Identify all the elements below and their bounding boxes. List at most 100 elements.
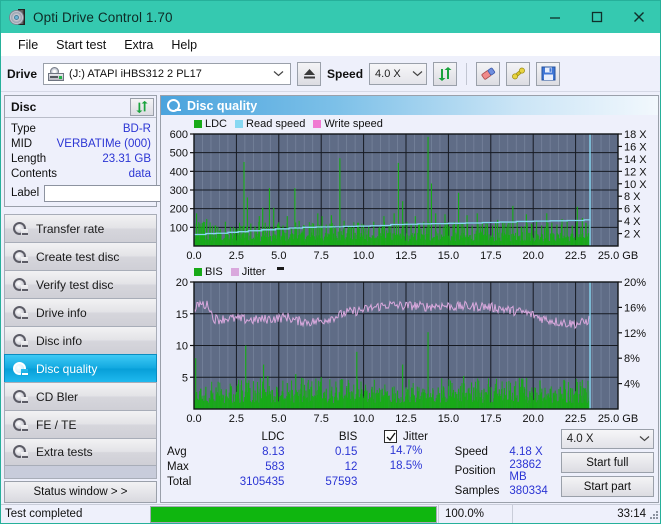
status-text: Test completed — [5, 508, 83, 520]
stats-panel: LDC BIS Avg 8.13 0.15 Max 583 12 Total 3… — [161, 426, 658, 502]
drive-select[interactable]: (J:) ATAPI iHBS312 2 PL17 — [43, 62, 292, 85]
stats-avg-ldc: 8.13 — [262, 445, 285, 458]
legend-swatch-read-speed — [235, 119, 244, 128]
svg-text:5.0: 5.0 — [271, 250, 286, 262]
nav-list: Transfer rate Create test disc Verify te… — [4, 214, 157, 466]
minimize-icon[interactable] — [534, 1, 576, 33]
svg-text:7.5: 7.5 — [314, 250, 329, 262]
title-bar: Opti Drive Control 1.70 — [1, 1, 660, 33]
stats-row-label: Total — [167, 475, 192, 488]
disc-row-key: Type — [11, 122, 36, 135]
svg-text:4 X: 4 X — [624, 216, 641, 228]
disc-info-header: Disc — [5, 96, 156, 118]
disc-test-icon — [12, 305, 28, 321]
menu-item-start-test[interactable]: Start test — [47, 36, 115, 54]
chart-legend-bottom: BIS Jitter — [161, 265, 658, 278]
sidebar-item-transfer-rate[interactable]: Transfer rate — [4, 214, 157, 242]
disc-test-icon — [12, 444, 28, 460]
svg-text:600: 600 — [170, 130, 188, 141]
drive-icon — [48, 66, 65, 81]
status-window-button[interactable]: Status window > > — [4, 481, 157, 503]
disc-row-key: Length — [11, 152, 47, 165]
menu-bar: File Start test Extra Help — [1, 33, 660, 56]
legend-swatch-jitter — [230, 267, 239, 276]
svg-text:400: 400 — [170, 166, 188, 178]
resize-grip[interactable] — [648, 509, 660, 521]
sidebar-item-extra-tests[interactable]: Extra tests — [4, 438, 157, 466]
speed-label: Speed — [454, 445, 488, 458]
stats-header-bis: BIS — [338, 430, 358, 443]
window-controls — [534, 1, 660, 33]
disc-row-mid: MID VERBATIMe (000) — [5, 136, 156, 151]
maximize-icon[interactable] — [576, 1, 618, 33]
jitter-checkbox[interactable] — [384, 430, 398, 443]
speed-select[interactable]: 4.0 X — [369, 62, 428, 85]
save-button[interactable] — [536, 61, 561, 86]
sidebar-item-label: Verify test disc — [36, 277, 114, 292]
right-panel: Disc quality LDC Read speed Write speed … — [160, 95, 659, 503]
disc-row-value: BD-R — [122, 122, 151, 135]
table-row: Total 3105435 57593 — [165, 474, 359, 489]
sidebar-item-cd-bler[interactable]: CD Bler — [4, 382, 157, 410]
svg-text:12 X: 12 X — [624, 166, 647, 178]
legend-swatch-bis — [194, 267, 202, 276]
start-part-button[interactable]: Start part — [560, 476, 654, 497]
disc-row-length: Length 23.31 GB — [5, 151, 156, 166]
sidebar-item-verify-test-disc[interactable]: Verify test disc — [4, 270, 157, 298]
svg-text:16 X: 16 X — [624, 141, 647, 153]
svg-text:5.0: 5.0 — [271, 413, 286, 425]
page-title: Disc quality — [187, 98, 258, 113]
speed-stats-table: Speed 4.18 X Position 23862 MB Samples 3… — [453, 429, 561, 498]
legend-label-write-speed: Write speed — [324, 117, 383, 130]
tools-button[interactable] — [506, 61, 531, 86]
eject-button[interactable] — [297, 61, 322, 86]
result-speed-select[interactable]: 4.0 X — [560, 429, 654, 449]
menu-item-help[interactable]: Help — [162, 36, 206, 54]
disc-row-value: VERBATIMe (000) — [56, 137, 151, 150]
svg-text:20: 20 — [176, 278, 188, 289]
sidebar-item-label: Drive info — [36, 305, 87, 320]
svg-text:0.0: 0.0 — [186, 413, 201, 425]
disc-refresh-button[interactable] — [130, 97, 154, 116]
sidebar-item-fe-te[interactable]: FE / TE — [4, 410, 157, 438]
disc-row-value: 23.31 GB — [102, 152, 151, 165]
svg-text:200: 200 — [170, 204, 188, 216]
svg-text:10.0: 10.0 — [353, 413, 374, 425]
svg-text:18 X: 18 X — [624, 130, 647, 141]
svg-text:4%: 4% — [624, 379, 640, 391]
stats-max-bis: 12 — [344, 460, 358, 473]
drive-select-value: (J:) ATAPI iHBS312 2 PL17 — [69, 67, 202, 80]
main-body: Disc Type BD-R MID VERBATIMe (000) Lengt… — [1, 92, 660, 506]
legend-label-ldc: LDC — [205, 117, 228, 130]
sidebar-item-create-test-disc[interactable]: Create test disc — [4, 242, 157, 270]
svg-text:500: 500 — [170, 148, 188, 160]
stats-total-bis: 57593 — [325, 475, 358, 488]
disc-test-icon — [12, 417, 28, 433]
stats-row-label: Avg — [167, 445, 187, 458]
sidebar-item-disc-quality[interactable]: Disc quality — [4, 354, 157, 382]
svg-text:20.0: 20.0 — [522, 413, 543, 425]
legend-swatch-write-speed — [313, 119, 322, 128]
speed-select-value: 4.0 X — [375, 67, 401, 80]
start-full-button[interactable]: Start full — [560, 452, 654, 473]
toolbar-divider — [466, 62, 468, 85]
menu-item-extra[interactable]: Extra — [115, 36, 162, 54]
erase-button[interactable] — [476, 61, 501, 86]
refresh-button[interactable] — [433, 61, 458, 86]
disc-row-value: data — [128, 167, 151, 180]
svg-text:100: 100 — [170, 222, 188, 234]
chevron-down-icon — [639, 433, 650, 445]
stats-total-ldc: 3105435 — [239, 475, 285, 488]
svg-text:17.5: 17.5 — [480, 250, 501, 262]
svg-text:22.5: 22.5 — [565, 413, 586, 425]
sidebar-item-drive-info[interactable]: Drive info — [4, 298, 157, 326]
svg-text:12.5: 12.5 — [395, 250, 416, 262]
close-icon[interactable] — [618, 1, 660, 33]
table-row: Samples 380334 — [453, 483, 561, 498]
sidebar-item-label: Create test disc — [36, 249, 120, 264]
sidebar-item-disc-info[interactable]: Disc info — [4, 326, 157, 354]
speed-label: Speed — [327, 66, 364, 81]
svg-text:14 X: 14 X — [624, 154, 647, 166]
menu-item-file[interactable]: File — [9, 36, 47, 54]
window-title: Opti Drive Control 1.70 — [33, 9, 173, 25]
